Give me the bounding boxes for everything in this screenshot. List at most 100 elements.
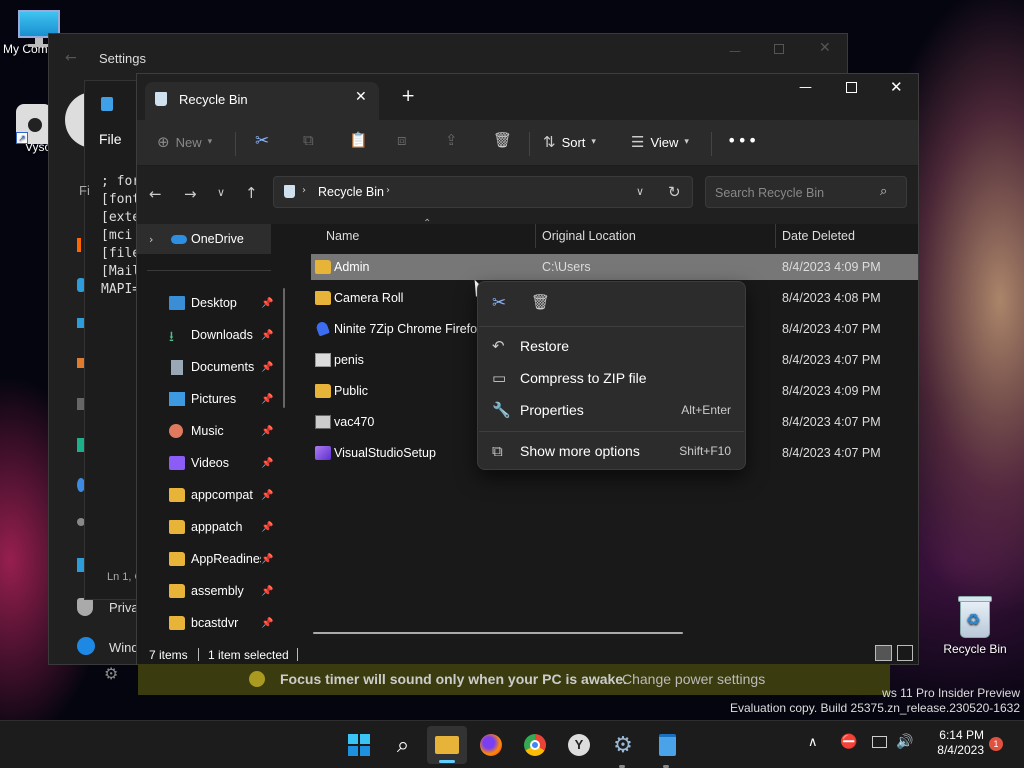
horizontal-scrollbar[interactable] xyxy=(313,632,683,634)
sidebar-item-appcompat[interactable]: appcompat 📌 xyxy=(137,480,287,510)
sidebar-item-privacy[interactable]: Priva xyxy=(109,600,139,615)
chrome-icon[interactable] xyxy=(521,731,549,759)
sidebar-item-music[interactable]: Music 📌 xyxy=(137,416,287,446)
search-box[interactable]: Search Recycle Bin ⌕ xyxy=(705,176,907,208)
view-button[interactable]: ☰ View ▾ xyxy=(631,133,689,151)
cut-icon[interactable]: ✂ xyxy=(255,131,269,151)
search-icon[interactable]: ⌕ xyxy=(389,731,417,759)
menu-fragment[interactable]: Fi xyxy=(79,183,90,198)
pin-icon[interactable]: 📌 xyxy=(261,586,273,597)
column-header-name[interactable]: Name xyxy=(326,224,359,248)
address-dropdown-icon[interactable]: ∨ xyxy=(636,185,644,198)
tab-recycle-bin[interactable]: Recycle Bin ✕ xyxy=(145,82,379,120)
back-arrow-icon[interactable]: ← xyxy=(65,50,77,66)
sidebar-item-appreadiness[interactable]: AppReadiness 📌 xyxy=(137,544,287,574)
more-icon[interactable]: ••• xyxy=(727,131,758,150)
column-header-date[interactable]: Date Deleted xyxy=(782,224,855,248)
address-bar[interactable]: › Recycle Bin › ∨ ↻ xyxy=(273,176,693,208)
network-off-icon[interactable]: ⛔ xyxy=(840,734,857,750)
recent-chevron-icon[interactable]: ∨ xyxy=(217,186,225,199)
close-icon[interactable]: ✕ xyxy=(890,78,903,96)
sidebar-item-windows-update[interactable]: Wind xyxy=(109,640,139,655)
search-input[interactable]: Search Recycle Bin xyxy=(715,186,824,200)
status-divider xyxy=(198,648,199,661)
forward-arrow-icon[interactable]: → xyxy=(184,185,197,203)
column-divider[interactable] xyxy=(535,224,536,248)
firefox-icon[interactable] xyxy=(477,731,505,759)
pin-icon[interactable]: 📌 xyxy=(261,522,273,533)
volume-icon[interactable]: 🔊 xyxy=(896,734,913,750)
notepad-text[interactable]: ; for [font [exte [mci [file [Mail MAPI= xyxy=(101,173,140,299)
sidebar-item-desktop[interactable]: Desktop 📌 xyxy=(137,288,287,318)
column-header-location[interactable]: Original Location xyxy=(542,224,636,248)
menu-file[interactable]: File xyxy=(99,131,122,147)
cut-icon[interactable]: ✂ xyxy=(492,293,506,313)
sidebar-item-downloads[interactable]: ⭳ Downloads 📌 xyxy=(137,320,287,350)
clock[interactable]: 6:14 PM 8/4/2023 xyxy=(920,728,984,758)
pin-icon[interactable]: 📌 xyxy=(261,458,273,469)
refresh-icon[interactable]: ↻ xyxy=(668,183,681,201)
settings-icon[interactable]: ⚙ xyxy=(609,731,637,759)
breadcrumb-recycle-bin[interactable]: Recycle Bin xyxy=(318,185,384,199)
notification-badge[interactable]: 1 xyxy=(989,737,1003,751)
file-explorer-taskbar-icon[interactable] xyxy=(427,726,467,764)
delete-icon[interactable]: 🗑 xyxy=(531,293,550,311)
pin-icon[interactable]: 📌 xyxy=(261,490,273,501)
show-hidden-icons-chevron[interactable]: ∧ xyxy=(808,735,818,750)
pin-icon[interactable]: 📌 xyxy=(261,330,273,341)
table-row[interactable]: Admin C:\Users 8/4/2023 4:09 PM xyxy=(311,254,918,280)
change-power-settings-link[interactable]: Change power settings xyxy=(622,671,765,687)
delete-icon[interactable]: 🗑 xyxy=(493,131,512,149)
display-icon[interactable] xyxy=(872,736,887,748)
paste-icon[interactable]: 📋 xyxy=(349,131,368,149)
yandex-browser-icon[interactable]: Y xyxy=(565,731,593,759)
nav-item-onedrive[interactable]: › OneDrive xyxy=(137,224,271,254)
notepad-icon xyxy=(101,97,113,111)
more-options-icon: ⧉ xyxy=(492,442,503,460)
maximize-icon[interactable] xyxy=(846,82,857,93)
sidebar-item-documents[interactable]: Documents 📌 xyxy=(137,352,287,382)
new-button[interactable]: ⊕ New ▾ xyxy=(157,133,212,151)
sidebar-item-pictures[interactable]: Pictures 📌 xyxy=(137,384,287,414)
search-icon[interactable]: ⌕ xyxy=(880,184,887,199)
close-tab-icon[interactable]: ✕ xyxy=(355,89,367,105)
notepad-icon[interactable] xyxy=(653,731,681,759)
breadcrumb-chevron-icon[interactable]: › xyxy=(386,185,390,196)
menu-item-properties[interactable]: 🔧 Properties Alt+Enter xyxy=(482,394,743,426)
rename-icon[interactable]: ⧈ xyxy=(397,131,407,149)
start-button[interactable] xyxy=(345,731,373,759)
pin-icon[interactable]: 📌 xyxy=(261,618,273,629)
desktop-icon-recycle-bin[interactable]: ♻ Recycle Bin xyxy=(940,596,1010,656)
maximize-icon[interactable] xyxy=(774,44,784,54)
details-view-icon[interactable] xyxy=(875,645,892,661)
up-arrow-icon[interactable]: ↑ xyxy=(245,184,258,202)
pin-icon[interactable]: 📌 xyxy=(261,298,273,309)
sidebar-item-apppatch[interactable]: apppatch 📌 xyxy=(137,512,287,542)
minimize-icon[interactable]: — xyxy=(729,44,741,58)
pin-icon[interactable]: 📌 xyxy=(261,554,273,565)
settings-gear-icon[interactable]: ⚙ xyxy=(104,664,118,683)
notepad-window[interactable]: File Fi ; for [font [exte [mci [file [Ma… xyxy=(79,80,144,600)
back-arrow-icon[interactable]: ← xyxy=(149,185,162,203)
menu-item-restore[interactable]: ↶ Restore xyxy=(482,330,743,362)
menu-item-show-more-options[interactable]: ⧉ Show more options Shift+F10 xyxy=(482,435,743,467)
expand-chevron-icon[interactable]: › xyxy=(149,233,153,246)
title-bar: Recycle Bin ✕ + — ✕ xyxy=(137,74,918,120)
close-icon[interactable]: ✕ xyxy=(819,40,831,56)
pin-icon[interactable]: 📌 xyxy=(261,426,273,437)
menu-shortcut: Shift+F10 xyxy=(679,444,731,458)
context-menu: ✂ 🗑 ↶ Restore ▭ Compress to ZIP file 🔧 P… xyxy=(477,281,746,470)
share-icon[interactable]: ⇪ xyxy=(445,131,458,149)
minimize-icon[interactable]: — xyxy=(799,80,812,95)
new-tab-icon[interactable]: + xyxy=(401,86,415,106)
column-divider[interactable] xyxy=(775,224,776,248)
sidebar-item-bcastdvr[interactable]: bcastdvr 📌 xyxy=(137,608,287,638)
copy-icon[interactable]: ⧉ xyxy=(303,131,314,149)
pin-icon[interactable]: 📌 xyxy=(261,394,273,405)
menu-item-compress-zip[interactable]: ▭ Compress to ZIP file xyxy=(482,362,743,394)
sort-button[interactable]: ⇅ Sort ▾ xyxy=(543,133,596,151)
pin-icon[interactable]: 📌 xyxy=(261,362,273,373)
sidebar-item-videos[interactable]: Videos 📌 xyxy=(137,448,287,478)
tiles-view-icon[interactable] xyxy=(897,645,913,661)
sidebar-item-assembly[interactable]: assembly 📌 xyxy=(137,576,287,606)
